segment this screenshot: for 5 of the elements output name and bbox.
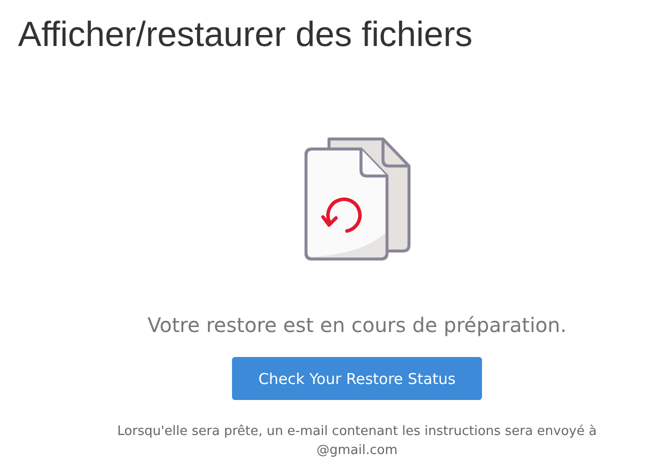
email-notice: Lorsqu'elle sera prête, un e-mail contenant les instructions sera envoyé à bbox=[117, 423, 597, 441]
status-message: Votre restore est en cours de préparation. bbox=[147, 313, 567, 337]
page-title: Afficher/restaurer des fichiers bbox=[17, 14, 474, 56]
check-status-button[interactable]: Check Your Restore Status bbox=[232, 357, 482, 400]
email-address: @gmail.com bbox=[316, 442, 398, 460]
